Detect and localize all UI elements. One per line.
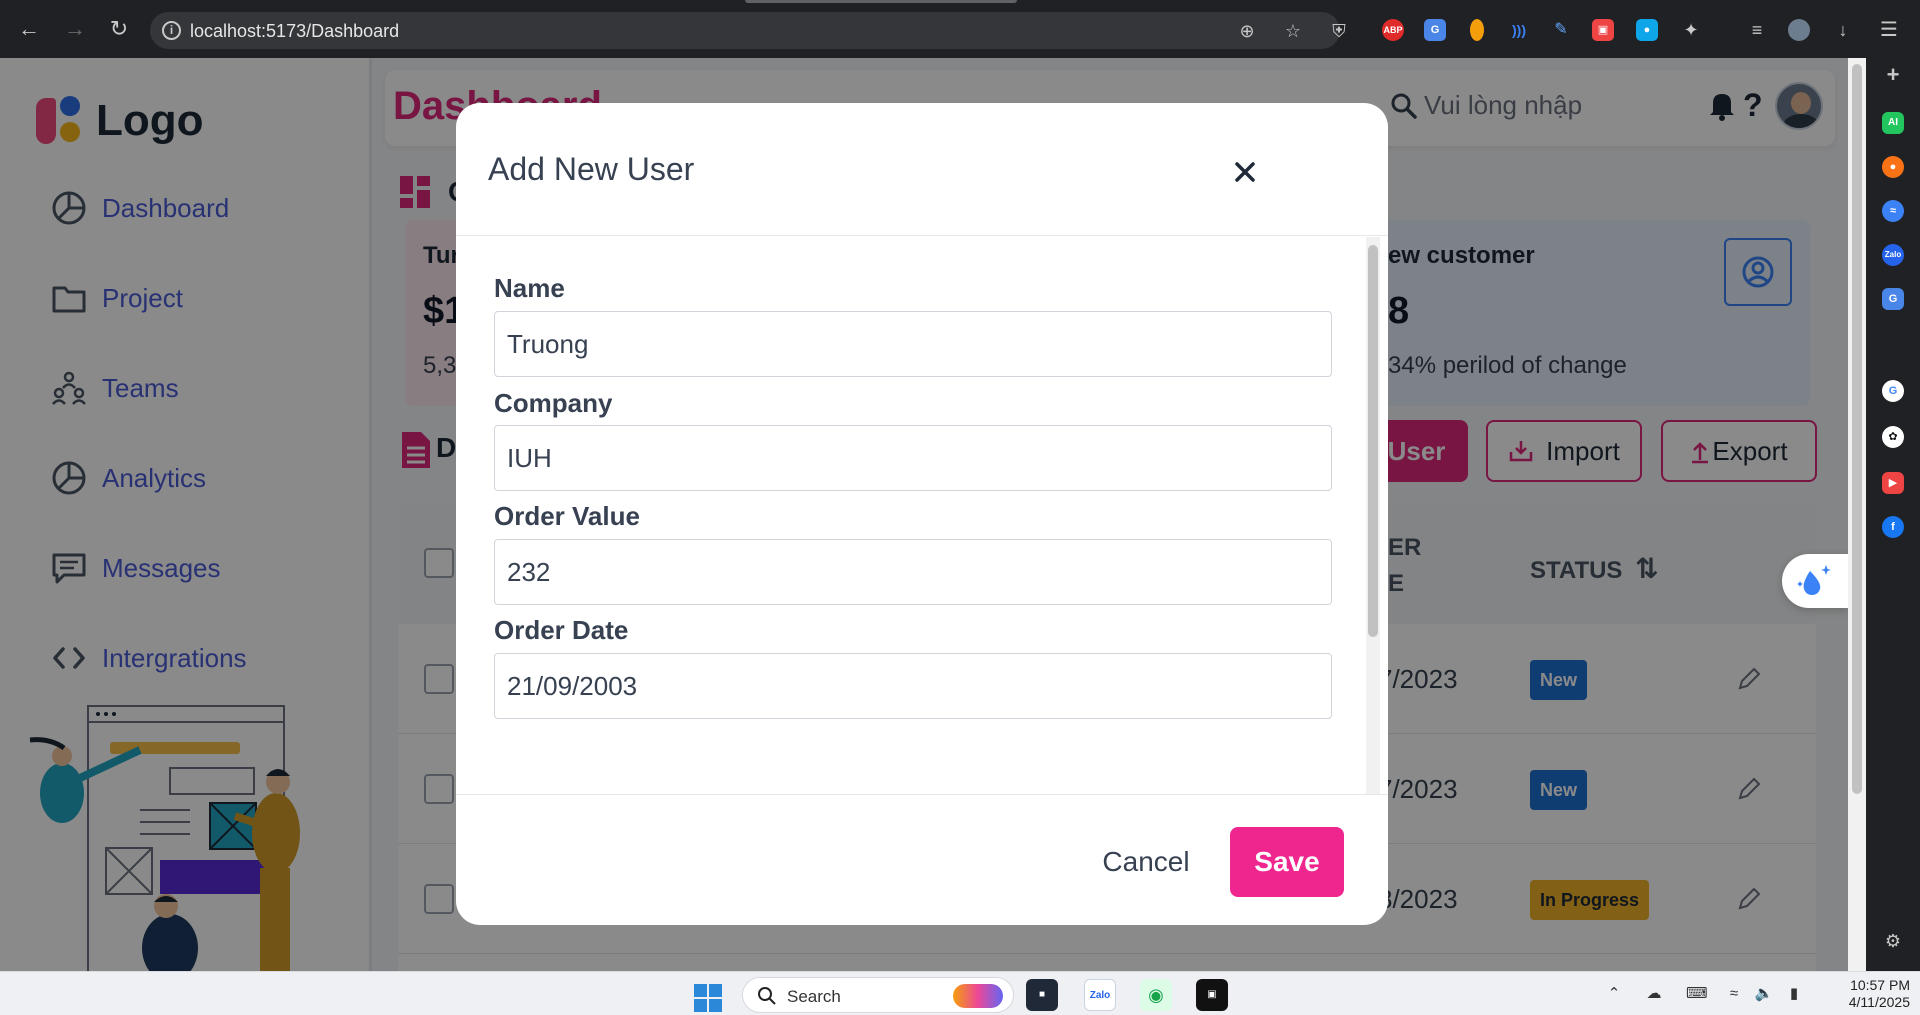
modal-footer: Cancel Save (456, 794, 1388, 925)
extension-drop-icon[interactable]: ● (1636, 19, 1658, 41)
youtube-icon[interactable]: ▶ (1882, 472, 1904, 494)
address-bar[interactable]: i localhost:5173/Dashboard ⊕ ☆ ⛨ (150, 12, 1346, 49)
task-view-icon[interactable]: ■ (1026, 979, 1058, 1011)
google-translate-icon[interactable]: G (1424, 19, 1446, 41)
messenger-icon[interactable]: ≈ (1882, 200, 1904, 222)
keyboard-icon[interactable]: ⌨ (1686, 985, 1708, 1003)
openai-icon[interactable]: ✿ (1882, 426, 1904, 448)
active-tab-indicator (745, 0, 1017, 3)
browser-toolbar: ← → ↻ i localhost:5173/Dashboard ⊕ ☆ ⛨ A… (0, 0, 1920, 58)
clock-time: 10:57 PM (1850, 977, 1910, 993)
modal-scrollbar-thumb[interactable] (1368, 245, 1378, 637)
settings-icon[interactable]: ⚙ (1882, 930, 1904, 952)
add-icon[interactable]: + (1882, 64, 1904, 86)
taskbar-search-label: Search (787, 987, 841, 1006)
adblock-plus-icon[interactable]: ABP (1382, 19, 1404, 41)
onedrive-icon[interactable]: ☁ (1644, 985, 1664, 1003)
modal-body: Name Company Order Value Order Date (456, 237, 1388, 795)
search-highlight-icon (953, 984, 1003, 1008)
modal-title: Add New User (488, 151, 695, 187)
name-field[interactable] (494, 311, 1332, 377)
url-text[interactable]: localhost:5173/Dashboard (190, 21, 399, 42)
download-icon[interactable]: ↓ (1832, 19, 1854, 41)
company-field[interactable] (494, 425, 1332, 491)
shield-icon[interactable]: ⛨ (1328, 20, 1350, 42)
profile-avatar-icon[interactable] (1788, 19, 1810, 41)
wifi-icon[interactable]: ≈ (1724, 985, 1744, 1003)
forward-icon[interactable]: → (62, 16, 88, 42)
order-date-field[interactable] (494, 653, 1332, 719)
taskbar-search[interactable]: Search (742, 977, 1014, 1013)
app-icon[interactable]: ▣ (1196, 979, 1228, 1011)
translate-icon[interactable]: G (1882, 288, 1904, 310)
browser-app-icon[interactable]: ◉ (1140, 979, 1172, 1011)
extension-wave-icon[interactable]: ))) (1508, 19, 1530, 41)
floating-widget[interactable] (1782, 554, 1848, 608)
back-icon[interactable]: ← (16, 16, 42, 42)
tray-chevron-icon[interactable]: ⌃ (1604, 985, 1624, 1003)
cancel-button[interactable]: Cancel (1076, 827, 1216, 897)
zalo-icon[interactable]: Zalo (1882, 244, 1904, 266)
extensions-puzzle-icon[interactable]: ✦ (1680, 19, 1702, 41)
add-user-modal: Add New User Name Company Order Value Or… (456, 103, 1388, 925)
bookmark-star-icon[interactable]: ☆ (1282, 20, 1304, 42)
company-label: Company (494, 388, 613, 418)
water-drop-sparkle-icon (1797, 565, 1831, 595)
modal-header: Add New User (456, 103, 1388, 236)
taskbar-clock[interactable]: 10:57 PM 4/11/2025 (1820, 977, 1910, 1011)
fire-icon[interactable]: ● (1882, 156, 1904, 178)
close-icon[interactable] (1226, 153, 1264, 191)
extension-orange-icon[interactable] (1470, 19, 1484, 41)
windows-taskbar: Search ■ Zalo ◉ ▣ ⌃ ☁ ⌨ ≈ 🔈 ▮ 10:57 PM 4… (0, 971, 1920, 1015)
volume-icon[interactable]: 🔈 (1754, 985, 1774, 1003)
order-value-field[interactable] (494, 539, 1332, 605)
order-value-label: Order Value (494, 501, 640, 531)
search-icon (758, 987, 776, 1005)
extension-red-icon[interactable]: ▣ (1592, 19, 1614, 41)
page-scrollbar[interactable] (1848, 58, 1866, 971)
facebook-icon[interactable]: f (1882, 516, 1904, 538)
menu-icon[interactable]: ☰ (1878, 19, 1900, 41)
ai-icon[interactable]: AI (1882, 112, 1904, 134)
web-page: Logo Dashboard Project Teams Analytics M… (0, 58, 1848, 971)
name-label: Name (494, 273, 565, 303)
eyedropper-icon[interactable]: ✎ (1550, 19, 1572, 41)
reading-list-icon[interactable]: ≡ (1746, 19, 1768, 41)
order-date-label: Order Date (494, 615, 629, 645)
save-button[interactable]: Save (1230, 827, 1344, 897)
zoom-icon[interactable]: ⊕ (1236, 20, 1258, 42)
google-icon[interactable]: G (1882, 380, 1904, 402)
page-scrollbar-thumb[interactable] (1852, 64, 1862, 794)
browser-side-panel: + AI ● ≈ Zalo G G ✿ ▶ f ⚙ (1866, 58, 1920, 971)
site-info-icon[interactable]: i (162, 21, 181, 40)
clock-date: 4/11/2025 (1848, 994, 1910, 1010)
battery-icon[interactable]: ▮ (1784, 985, 1804, 1003)
windows-start-icon[interactable] (694, 984, 722, 1012)
reload-icon[interactable]: ↻ (106, 16, 132, 42)
zalo-app-icon[interactable]: Zalo (1084, 979, 1116, 1011)
